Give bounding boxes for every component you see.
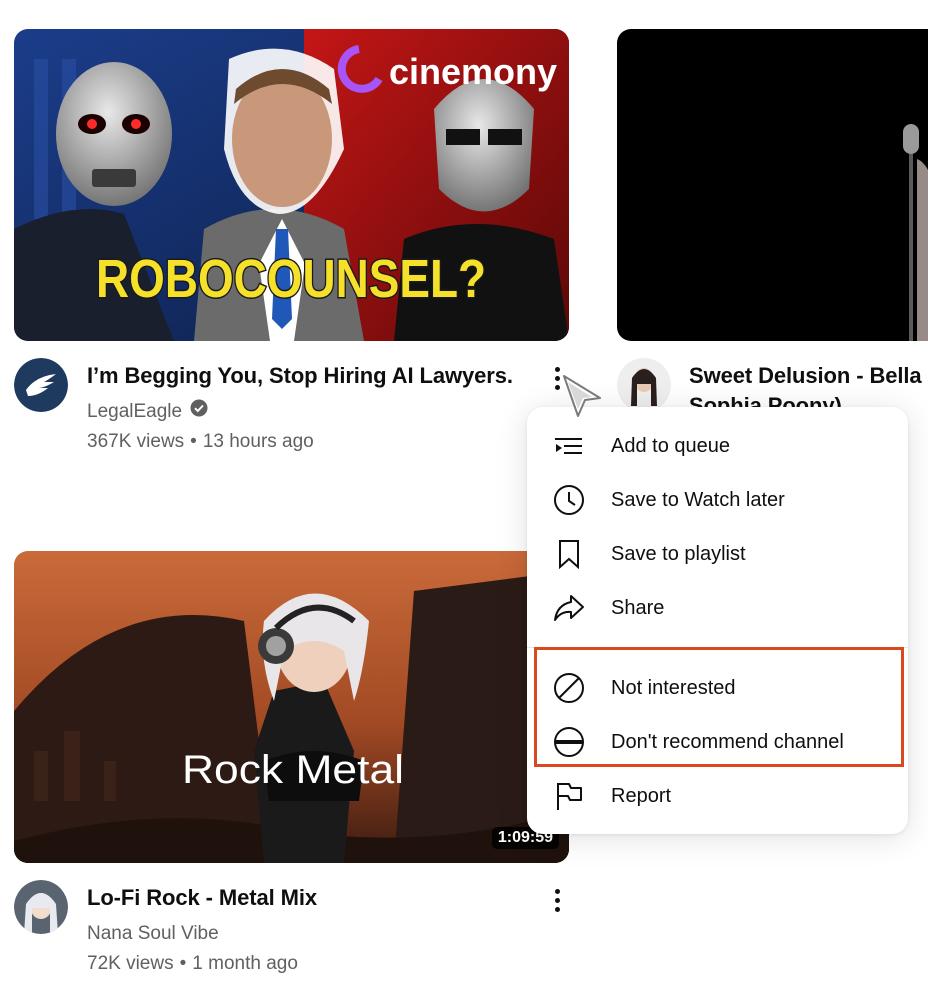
menu-item-report[interactable]: Report [527,769,908,823]
menu-divider [527,647,908,648]
video-title-1[interactable]: I’m Begging You, Stop Hiring AI Lawyers. [87,362,513,390]
block-icon [553,672,585,704]
clock-icon [553,484,585,516]
share-icon [553,592,585,624]
menu-item-save-to-playlist[interactable]: Save to playlist [527,527,908,581]
menu-item-dont-recommend-channel[interactable]: Don't recommend channel [527,715,908,769]
video-thumbnail-2[interactable] [617,29,928,341]
video-title-3[interactable]: Lo-Fi Rock - Metal Mix [87,884,317,912]
video-thumbnail-1[interactable]: cinemony ROBOCOUNSEL? [14,29,569,341]
channel-avatar-2[interactable] [617,358,671,412]
sweet-delusion-thumbnail-image [617,29,928,341]
menu-item-label: Don't recommend channel [611,730,844,753]
menu-item-save-watch-later[interactable]: Save to Watch later [527,473,908,527]
video-thumbnail-3[interactable]: Rock Metal 1:09:59 [14,551,569,863]
channel-name-row-3: Nana Soul Vibe [87,921,219,947]
channel-avatar-nana-soul-vibe[interactable] [14,880,68,934]
meta-separator: • [179,953,187,974]
menu-item-label: Not interested [611,676,736,699]
video-meta-3: 72K views • 1 month ago [87,951,298,977]
queue-icon [553,430,585,462]
youtube-feed: cinemony ROBOCOUNSEL? I’m Begging You, S… [0,0,928,994]
verified-check-icon [190,399,208,425]
thumbnail-brand-text: cinemony [389,51,557,92]
view-count: 367K views [87,431,185,452]
meta-separator: • [190,431,197,452]
video-meta-1: 367K views • 13 hours ago [87,429,314,455]
mouse-cursor-icon [563,375,601,417]
upload-age: 1 month ago [192,953,298,974]
flag-icon [553,780,585,812]
rock-metal-thumbnail-image: Rock Metal [14,551,569,863]
menu-item-label: Save to playlist [611,542,746,565]
menu-item-label: Share [611,596,665,619]
view-count: 72K views [87,953,174,974]
channel-name[interactable]: Nana Soul Vibe [87,921,219,947]
thumbnail-title-text: ROBOCOUNSEL? [96,249,486,309]
robocounsel-thumbnail-image: cinemony ROBOCOUNSEL? [14,29,569,341]
channel-name-row-1: LegalEagle [87,399,208,425]
menu-item-share[interactable]: Share [527,581,908,635]
menu-item-label: Save to Watch later [611,488,785,511]
channel-avatar-legaleagle[interactable] [14,358,68,412]
menu-item-label: Report [611,784,672,807]
video-context-menu: Add to queue Save to Watch later Save to… [527,407,908,834]
minus-circle-icon [553,726,585,758]
bookmark-icon [553,538,585,570]
menu-item-add-to-queue[interactable]: Add to queue [527,419,908,473]
menu-item-label: Add to queue [611,434,730,457]
more-actions-button-3[interactable] [545,883,569,917]
menu-item-not-interested[interactable]: Not interested [527,661,908,715]
upload-age: 13 hours ago [202,431,314,452]
channel-name[interactable]: LegalEagle [87,399,182,425]
video-title-2-line1: Sweet Delusion - Bella [689,363,922,388]
thumbnail-title-text: Rock Metal [182,748,404,792]
